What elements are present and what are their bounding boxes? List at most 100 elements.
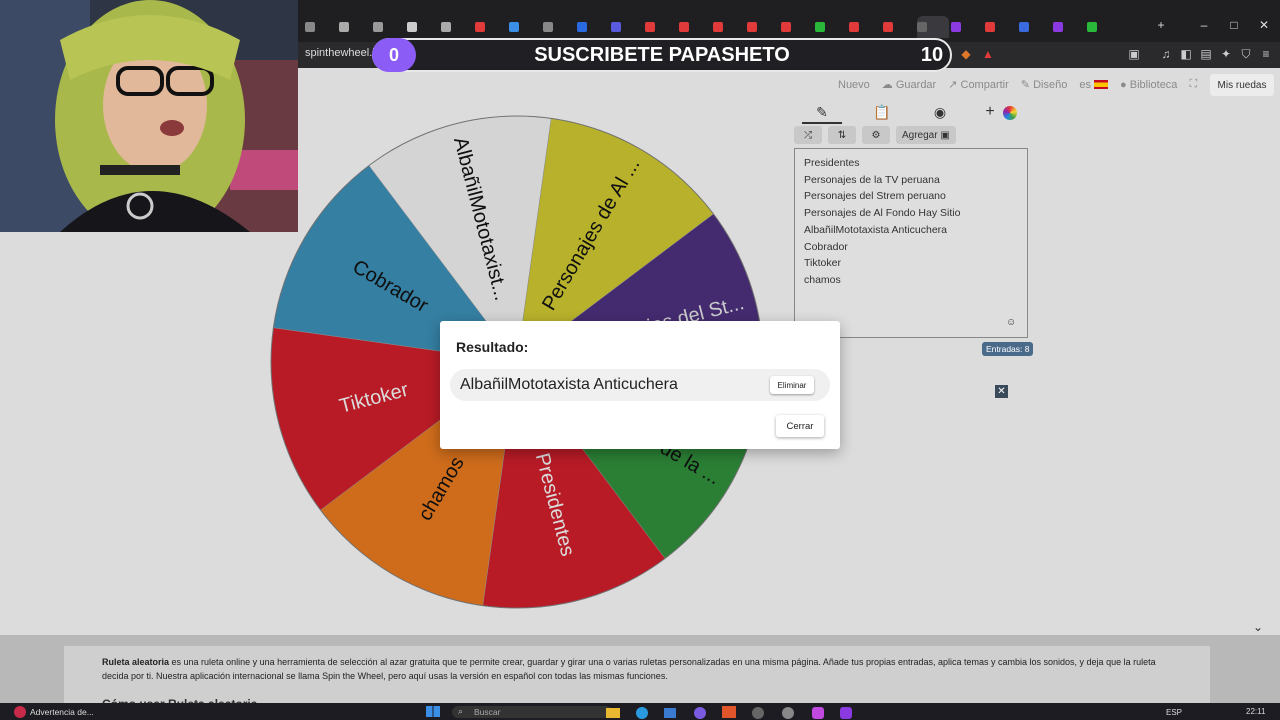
tab-favicon-icon (883, 22, 893, 32)
minimize-button[interactable]: – (1194, 18, 1214, 32)
brave-rewards-icon[interactable]: ▲ (980, 47, 996, 61)
tab-favicon-icon (373, 22, 383, 32)
browser-tab[interactable] (509, 18, 541, 36)
browser-tab[interactable] (305, 18, 337, 36)
browser-tab[interactable] (713, 18, 745, 36)
tray-language[interactable]: ESP (1166, 708, 1182, 717)
browser-tab[interactable] (781, 18, 813, 36)
browser-tab[interactable] (985, 18, 1017, 36)
brave-taskbar-icon[interactable] (722, 706, 736, 718)
tab-favicon-icon (339, 22, 349, 32)
nav-diseno-label: Diseño (1033, 79, 1068, 91)
close-button[interactable]: Cerrar (776, 415, 824, 437)
browser-tab[interactable] (1019, 18, 1051, 36)
sort-icon: ⇅ (837, 129, 847, 141)
browser-tab[interactable] (475, 18, 507, 36)
reader-icon[interactable]: ◧ (1178, 47, 1194, 61)
browser-tab[interactable] (883, 18, 915, 36)
add-image-button[interactable]: Agregar ▣ (896, 126, 956, 144)
sort-button[interactable]: ⇅ (828, 126, 856, 144)
twitch-icon[interactable] (840, 707, 852, 719)
browser-tab[interactable] (951, 18, 983, 36)
browser-tab[interactable] (373, 18, 405, 36)
tab-favicon-icon (679, 22, 689, 32)
tab-favicon-icon (985, 22, 995, 32)
color-wheel-icon[interactable] (990, 100, 1030, 124)
browser-tab[interactable] (645, 18, 677, 36)
address-bar[interactable]: spinthewheel.io (305, 47, 381, 59)
entries-textarea[interactable]: Presidentes Personajes de la TV peruana Pe… (794, 148, 1028, 338)
settings-taskbar-icon[interactable] (782, 707, 794, 719)
nav-compartir[interactable]: ↗ Compartir (948, 78, 1009, 91)
menu-icon[interactable]: ≡ (1258, 47, 1274, 61)
browser-tab[interactable] (849, 18, 881, 36)
ai-icon[interactable]: ✦ (1218, 47, 1234, 61)
browser-tab[interactable] (441, 18, 473, 36)
nav-language[interactable]: es (1079, 78, 1109, 91)
nav-biblioteca[interactable]: ● Biblioteca (1120, 79, 1177, 91)
nav-language-label: es (1079, 78, 1091, 91)
browser-tab[interactable] (577, 18, 609, 36)
my-wheels-button[interactable]: Mis ruedas (1210, 74, 1274, 96)
discord-icon[interactable] (694, 707, 706, 719)
app-taskbar-icon[interactable] (812, 707, 824, 719)
browser-tab[interactable] (543, 18, 575, 36)
description-card: Ruleta aleatoria es una ruleta online y … (64, 646, 1210, 703)
file-explorer-icon[interactable] (606, 708, 620, 718)
nav-compartir-label: Compartir (960, 79, 1009, 91)
search-icon: ⌕ (458, 706, 464, 716)
edit-tab-pencil-icon[interactable]: ✎ (802, 100, 842, 124)
globe-icon: ● (1120, 78, 1127, 91)
shuffle-button[interactable]: ⤮ (794, 126, 822, 144)
warning-icon (14, 706, 26, 718)
nav-guardar[interactable]: ☁ Guardar (882, 78, 936, 91)
delete-button[interactable]: Eliminar (770, 376, 814, 394)
settings-button[interactable]: ⚙ (862, 126, 890, 144)
fullscreen-icon[interactable]: ⛶ (1189, 78, 1197, 91)
nav-diseno[interactable]: ✎ Diseño (1021, 78, 1068, 91)
store-icon[interactable] (664, 708, 676, 718)
chevron-down-icon[interactable]: ⌄ (1253, 620, 1263, 634)
browser-tab[interactable] (611, 18, 643, 36)
spain-flag-icon (1094, 80, 1109, 90)
shuffle-icon: ⤮ (804, 129, 812, 141)
hidden-tab-eye-off-icon[interactable]: ◉ (920, 100, 960, 124)
tab-favicon-icon (781, 22, 791, 32)
entry-line: Personajes del Strem peruano (804, 190, 946, 203)
taskbar-search[interactable]: Buscar (452, 706, 612, 718)
browser-tab[interactable] (1087, 18, 1119, 36)
close-ad-icon[interactable]: ✕ (995, 385, 1008, 398)
streamer-webcam-image (0, 0, 298, 232)
browser-tab[interactable] (339, 18, 371, 36)
brave-shield-icon[interactable]: ◆ (958, 47, 974, 61)
tray-clock[interactable]: 22:11 (1246, 707, 1265, 716)
window-close-button[interactable]: ✕ (1254, 18, 1274, 32)
new-tab-button[interactable]: + (1151, 18, 1171, 32)
vpn-icon[interactable]: ⛉ (1238, 47, 1254, 61)
tab-favicon-icon (1087, 22, 1097, 32)
maximize-button[interactable]: □ (1224, 18, 1244, 32)
entries-count-badge: Entradas: 8 (982, 342, 1034, 356)
emoji-icon[interactable]: ☺ (1006, 317, 1016, 328)
browser-tab[interactable] (747, 18, 779, 36)
tab-favicon-icon (407, 22, 417, 32)
dialog-title: Resultado: (456, 339, 529, 355)
tab-favicon-icon (815, 22, 825, 32)
browser-tab[interactable] (679, 18, 711, 36)
windows-start-icon[interactable] (426, 706, 440, 717)
results-tab-clipboard-icon[interactable]: 📋 (862, 100, 902, 124)
browser-tab[interactable] (1053, 18, 1085, 36)
wallet-icon[interactable]: ▤ (1198, 47, 1214, 61)
browser-tab[interactable] (815, 18, 847, 36)
browser-tab[interactable] (407, 18, 439, 36)
nav-nuevo[interactable]: Nuevo (838, 79, 870, 91)
tab-favicon-icon (577, 22, 587, 32)
sidebar-toggle-icon[interactable]: ▣ (1126, 47, 1142, 61)
obs-icon[interactable] (752, 707, 764, 719)
taskbar-warning-app[interactable]: Advertencia de... (14, 706, 94, 718)
edge-icon[interactable] (636, 707, 648, 719)
editor-tabs: ✎ 📋 ◉ + (794, 100, 1030, 124)
browser-tab[interactable] (917, 16, 949, 38)
entry-line: Cobrador (804, 240, 848, 253)
music-icon[interactable]: ♫ (1158, 47, 1174, 61)
